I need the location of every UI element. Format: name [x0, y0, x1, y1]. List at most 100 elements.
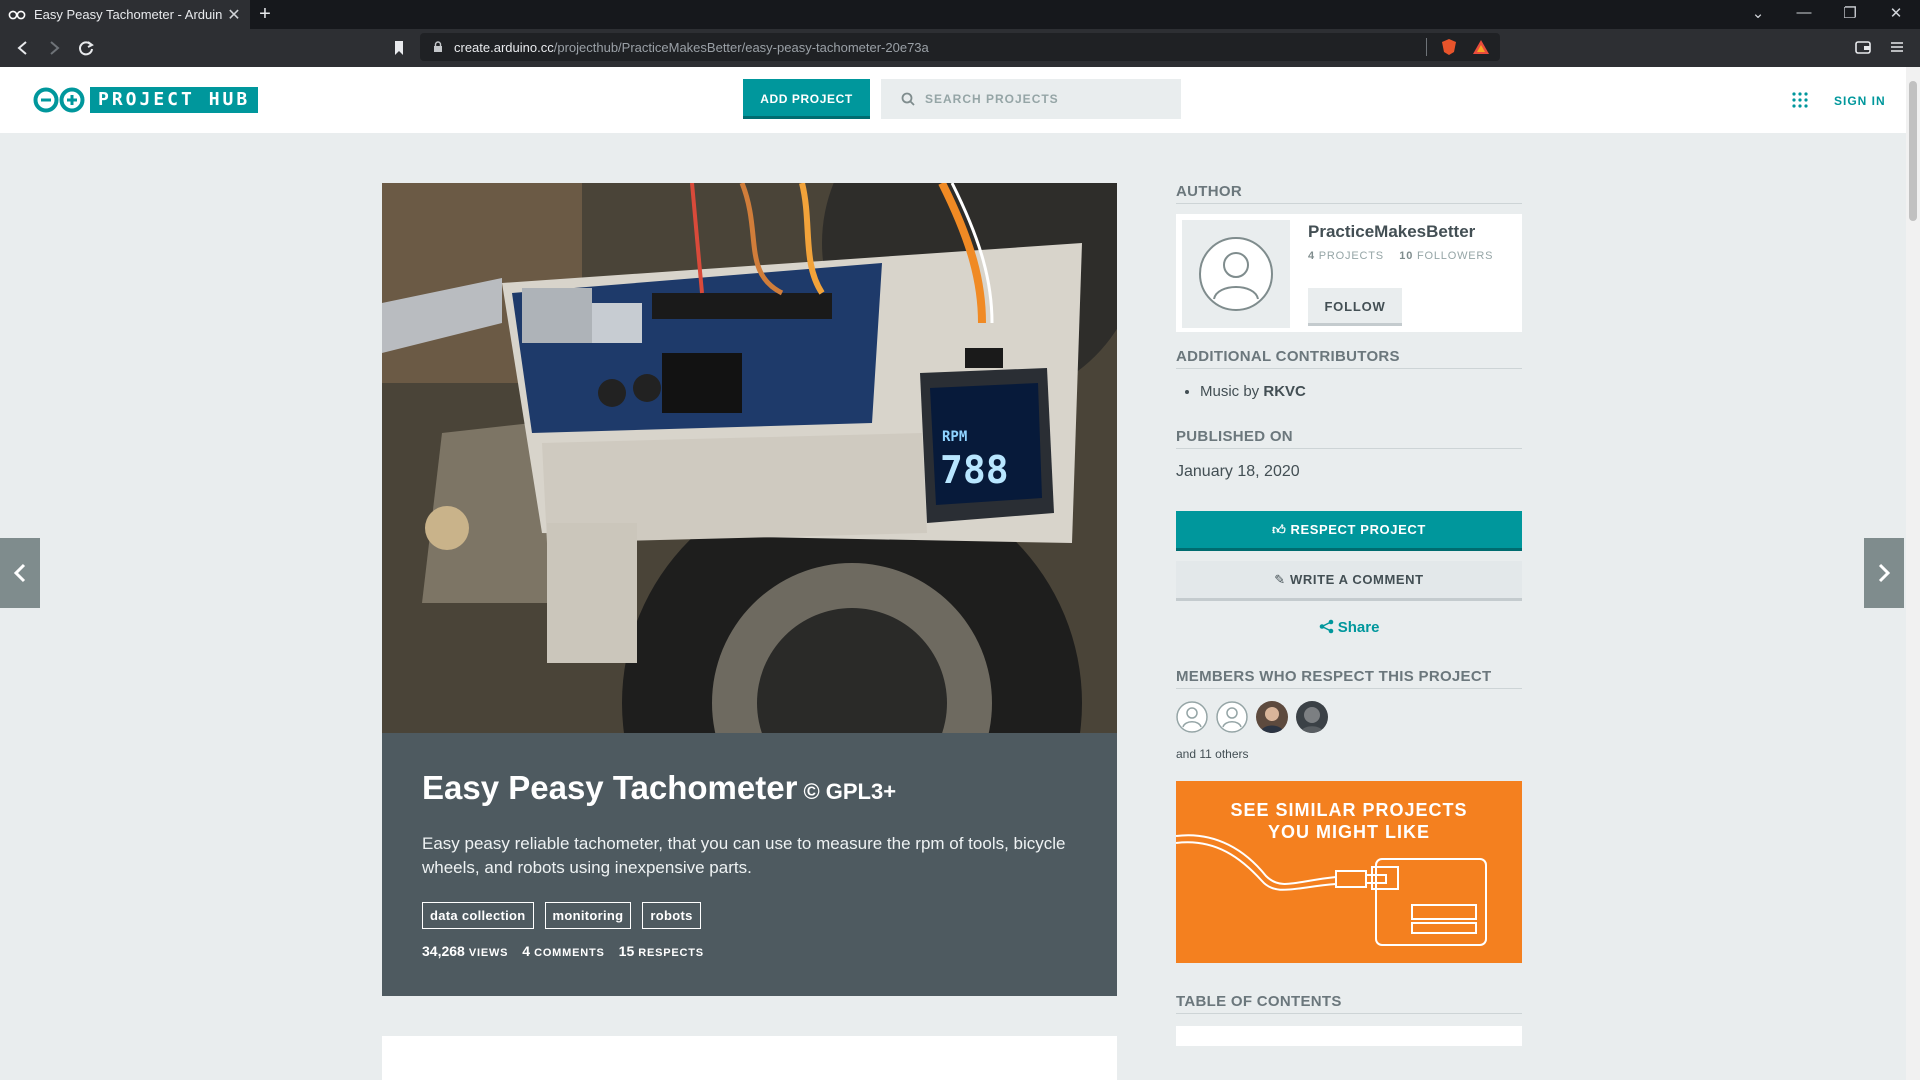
member-photo-icon: [1256, 701, 1288, 733]
comments-stat[interactable]: 4 COMMENTS: [522, 943, 604, 959]
author-stats: 4 PROJECTS 10 FOLLOWERS: [1308, 250, 1493, 262]
similar-projects-banner[interactable]: SEE SIMILAR PROJECTS YOU MIGHT LIKE: [1176, 781, 1522, 963]
project-stats: 34,268 VIEWS 4 COMMENTS 15 RESPECTS: [422, 943, 1077, 959]
member-avatars: [1176, 701, 1522, 733]
author-projects-count: 4: [1308, 250, 1315, 262]
comments-count: 4: [522, 943, 531, 959]
new-tab-icon[interactable]: +: [254, 3, 276, 25]
respect-project-button[interactable]: 👍︎ RESPECT PROJECT: [1176, 511, 1522, 551]
tab-title: Easy Peasy Tachometer - Arduino: [34, 7, 222, 22]
user-avatar-icon: [1216, 701, 1248, 733]
contributors-list: Music by RKVC: [1176, 383, 1522, 400]
wallet-icon[interactable]: [1854, 38, 1872, 56]
views-label: VIEWS: [468, 947, 509, 959]
user-avatar-icon: [1199, 237, 1273, 311]
oled-rpm-value: 788: [940, 448, 1009, 492]
comment-label: WRITE A COMMENT: [1290, 572, 1424, 587]
tag-robots[interactable]: robots: [642, 902, 701, 929]
author-heading: AUTHOR: [1176, 183, 1522, 204]
minimize-icon[interactable]: —: [1792, 4, 1816, 21]
arduino-logo-icon: [32, 87, 86, 113]
project-info-panel: Easy Peasy Tachometer © GPL3+ Easy peasy …: [382, 733, 1117, 996]
menu-icon[interactable]: [1888, 38, 1906, 56]
url-path: /projecthub/PracticeMakesBetter/easy-pea…: [553, 39, 929, 55]
logo-text: PROJECT HUB: [90, 87, 259, 113]
project-title: Easy Peasy Tachometer © GPL3+: [422, 768, 1077, 812]
tab-close-icon[interactable]: ✕: [226, 5, 242, 25]
bookmark-icon[interactable]: [388, 37, 410, 59]
respect-label: RESPECT PROJECT: [1290, 522, 1426, 537]
views-stat: 34,268 VIEWS: [422, 943, 508, 959]
user-avatar-icon: [1176, 701, 1208, 733]
share-link[interactable]: Share: [1176, 619, 1522, 636]
project-title-text: Easy Peasy Tachometer: [422, 769, 798, 806]
scrollbar-thumb[interactable]: [1909, 81, 1917, 221]
respects-label: RESPECTS: [638, 947, 704, 959]
views-count: 34,268: [422, 943, 465, 959]
project-cover-image[interactable]: RPM 788: [382, 183, 1117, 733]
sign-in-link[interactable]: SIGN IN: [1834, 94, 1886, 108]
member-avatar[interactable]: [1176, 701, 1208, 733]
contributors-heading: ADDITIONAL CONTRIBUTORS: [1176, 348, 1522, 369]
respects-count: 15: [618, 943, 635, 959]
write-comment-button[interactable]: ✎ WRITE A COMMENT: [1176, 561, 1522, 601]
comments-label: COMMENTS: [534, 947, 605, 959]
contributor-name[interactable]: RKVC: [1263, 383, 1306, 400]
share-icon: [1319, 619, 1333, 634]
edit-icon: ✎: [1274, 572, 1286, 587]
respects-stat[interactable]: 15 RESPECTS: [619, 943, 704, 959]
brave-shield-icon[interactable]: [1440, 38, 1458, 56]
follow-button[interactable]: FOLLOW: [1308, 288, 1402, 326]
table-of-contents-heading: TABLE OF CONTENTS: [1176, 993, 1522, 1014]
author-name[interactable]: PracticeMakesBetter: [1308, 222, 1475, 242]
members-respect-heading: MEMBERS WHO RESPECT THIS PROJECT: [1176, 668, 1522, 689]
url-host: create.arduino.cc: [454, 39, 554, 55]
search-placeholder: SEARCH PROJECTS: [925, 92, 1059, 106]
author-followers-count: 10: [1399, 250, 1414, 262]
table-of-contents-card: [1176, 1026, 1522, 1046]
member-photo-icon: [1296, 701, 1328, 733]
tag-data-collection[interactable]: data collection: [422, 902, 534, 929]
tag-list: data collection monitoring robots: [422, 902, 1077, 929]
tab-search-chevron-icon[interactable]: ⌄: [1746, 4, 1770, 22]
chevron-right-icon: [1878, 563, 1891, 583]
site-header: PROJECT HUB ADD PROJECT SEARCH PROJECTS …: [0, 67, 1906, 133]
browser-tab[interactable]: Easy Peasy Tachometer - Arduino ✕: [0, 0, 250, 29]
member-avatar[interactable]: [1256, 701, 1288, 733]
tag-monitoring[interactable]: monitoring: [544, 902, 632, 929]
previous-project-arrow[interactable]: [0, 538, 40, 608]
restore-icon[interactable]: ❐: [1838, 4, 1862, 22]
browser-toolbar: create.arduino.cc /projecthub/PracticeMa…: [0, 29, 1920, 67]
author-followers-label: FOLLOWERS: [1417, 250, 1494, 262]
lock-icon: [432, 41, 444, 53]
chevron-left-icon: [13, 563, 26, 583]
back-icon[interactable]: [12, 37, 34, 59]
contributor-item: Music by RKVC: [1200, 383, 1522, 400]
published-date: January 18, 2020: [1176, 463, 1300, 480]
thumbs-up-icon: 👍︎: [1272, 522, 1287, 537]
project-sidebar: AUTHOR PracticeMakesBetter 4 PROJECTS 10…: [1176, 183, 1522, 1046]
search-input[interactable]: SEARCH PROJECTS: [881, 79, 1181, 119]
search-icon: [901, 92, 915, 106]
share-label: Share: [1337, 619, 1380, 636]
next-project-arrow[interactable]: [1864, 538, 1904, 608]
brave-rewards-icon[interactable]: [1472, 38, 1490, 56]
other-members-count[interactable]: and 11 others: [1176, 747, 1522, 761]
page-scrollbar[interactable]: [1906, 67, 1920, 1080]
window-close-icon[interactable]: ✕: [1884, 4, 1908, 22]
member-avatar[interactable]: [1296, 701, 1328, 733]
address-bar[interactable]: create.arduino.cc /projecthub/PracticeMa…: [420, 33, 1500, 61]
license-badge[interactable]: © GPL3+: [803, 779, 896, 804]
published-heading: PUBLISHED ON: [1176, 428, 1522, 449]
member-avatar[interactable]: [1216, 701, 1248, 733]
apps-grid-icon[interactable]: [1791, 91, 1809, 109]
oled-rpm-label: RPM: [942, 429, 967, 445]
author-avatar[interactable]: [1182, 220, 1290, 328]
project-hub-logo[interactable]: PROJECT HUB: [32, 87, 259, 113]
forward-icon[interactable]: [43, 37, 65, 59]
reload-icon[interactable]: [75, 37, 97, 59]
arduino-board-illustration-icon: [1176, 834, 1487, 946]
project-description: Easy peasy reliable tachometer, that you…: [422, 834, 1066, 877]
add-project-button[interactable]: ADD PROJECT: [743, 79, 870, 119]
contributor-role: Music by: [1200, 383, 1260, 400]
